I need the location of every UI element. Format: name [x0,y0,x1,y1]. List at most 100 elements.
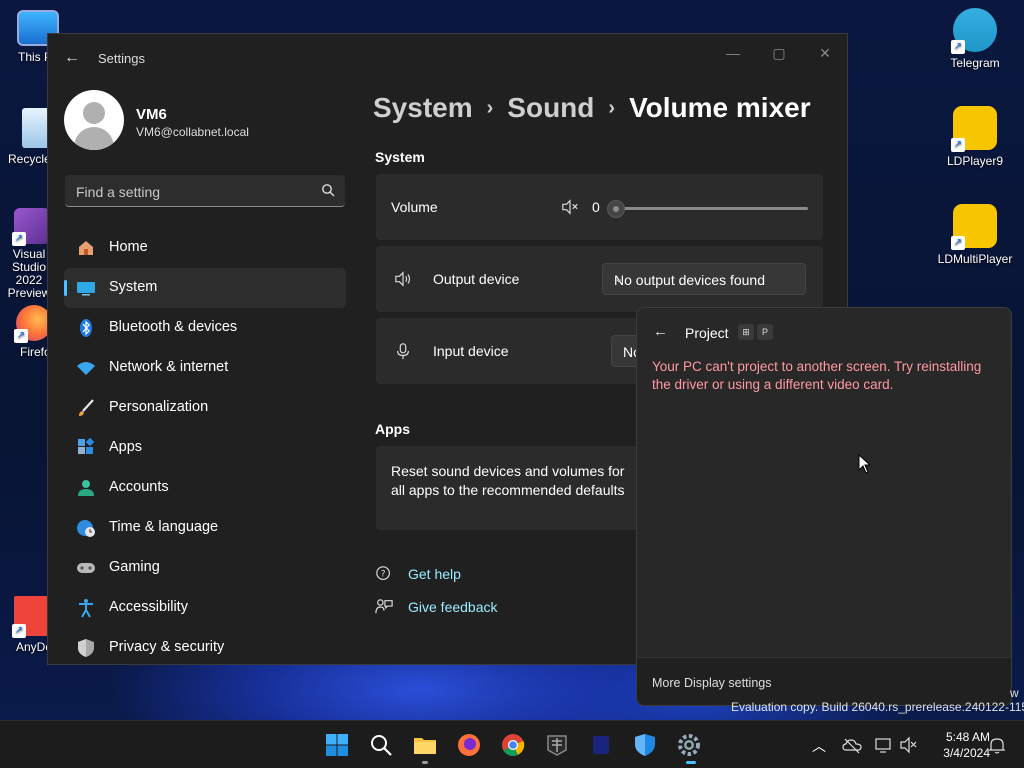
sidebar-item-accessibility[interactable]: Accessibility [64,588,346,628]
sidebar-item-label: Accounts [109,479,169,495]
app-grid-icon[interactable] [545,733,569,757]
input-device-label: Input device [433,343,509,359]
shortcut-arrow-icon: ↗ [12,232,26,246]
desktop-icon-label: Telegram [950,56,1000,70]
user-name: VM6 [136,106,167,123]
sidebar-item-label: Time & language [109,519,219,535]
mouse-cursor-icon [858,454,870,474]
sidebar-item-system[interactable]: System [64,268,346,308]
sidebar-item-label: Bluetooth & devices [109,319,238,335]
clock-date: 3/4/2024 [943,746,990,760]
breadcrumb: System › Sound › Volume mixer [373,92,811,124]
search-icon [322,184,335,197]
shortcut-arrow-icon: ↗ [951,138,965,152]
sidebar-item-label: System [109,279,158,295]
brush-icon [79,399,94,416]
clock-time: 5:48 AM [945,730,990,744]
search-input[interactable]: Find a setting [65,175,345,207]
accessibility-icon [79,599,93,618]
network-icon[interactable] [874,735,894,755]
firefox-icon[interactable] [457,733,481,757]
windows-key-icon: ⊞ [738,324,754,340]
project-error-message: Your PC can't project to another screen.… [652,359,982,392]
volume-slider-track[interactable] [616,207,808,210]
chevron-right-icon: › [486,97,494,119]
windows-start-icon[interactable] [325,733,349,757]
p-key: P [757,324,773,340]
breadcrumb-system[interactable]: System [373,92,473,123]
sidebar-item-time-language[interactable]: Time & language [64,508,346,548]
desktop-icon-label: LDMultiPlayer [937,252,1013,266]
taskbar: ︿ 5:48 AM 3/4/2024 [0,720,1024,768]
chrome-icon[interactable] [501,733,525,757]
notification-bell-icon[interactable] [987,735,1007,755]
sidebar-item-home[interactable]: Home [64,228,346,268]
section-title-system: System [375,149,425,165]
volume-slider-thumb[interactable] [607,200,625,218]
defender-shield-icon[interactable] [633,733,657,757]
avatar-head [83,102,105,124]
get-help-link[interactable]: Get help [408,566,461,582]
chevron-up-icon[interactable]: ︿ [812,736,832,756]
output-device-card: Output device No output devices found ⌄ [376,246,823,312]
search-placeholder: Find a setting [76,184,161,200]
onedrive-offline-icon[interactable] [842,735,862,755]
sidebar-item-accounts[interactable]: Accounts [64,468,346,508]
telegram-icon: ↗ [951,8,997,54]
sidebar-item-label: Gaming [109,559,160,575]
window-title: Settings [98,51,145,66]
shortcut-arrow-icon: ↗ [14,329,28,343]
sidebar-item-personalization[interactable]: Personalization [64,388,346,428]
shield-icon [78,639,94,657]
clock[interactable]: 5:48 AM 3/4/2024 [943,729,990,761]
evaluation-watermark: Evaluation copy. Build 26040.rs_prerelea… [731,700,1024,714]
settings-gear-icon[interactable] [677,733,701,757]
sidebar-item-label: Network & internet [109,359,229,375]
volume-muted-icon[interactable] [899,735,919,755]
wifi-icon [77,362,95,375]
microphone-icon [397,343,409,360]
svg-text:?: ? [381,570,386,580]
back-arrow-icon[interactable]: ← [64,49,80,67]
apps-icon [78,438,95,454]
breadcrumb-sound[interactable]: Sound [507,92,594,123]
sidebar-item-apps[interactable]: Apps [64,428,346,468]
speaker-icon [395,271,411,287]
sidebar-item-gaming[interactable]: Gaming [64,548,346,588]
sidebar-item-label: Personalization [109,399,209,415]
avatar [64,90,124,150]
desktop-icon-ldmultiplayer[interactable]: ↗ LDMultiPlayer [931,204,1019,266]
maximize-icon[interactable]: ▢ [764,42,794,64]
running-indicator [686,761,696,764]
desktop-icon-telegram[interactable]: ↗ Telegram [937,8,1013,70]
bluetooth-icon [80,319,92,337]
running-indicator [422,761,428,764]
ldplayer9-icon: ↗ [951,106,997,152]
give-feedback-link[interactable]: Give feedback [408,599,498,615]
output-device-dropdown[interactable]: No output devices found ⌄ [602,263,806,295]
desktop-icon-ldplayer9[interactable]: ↗ LDPlayer9 [937,106,1013,168]
title-bar[interactable]: ← Settings — ▢ ✕ [48,34,847,82]
back-arrow-icon[interactable]: ← [653,323,668,340]
sidebar-item-network[interactable]: Network & internet [64,348,346,388]
gamepad-icon [77,563,95,573]
shortcut-arrow-icon: ↗ [951,236,965,250]
section-title-apps: Apps [375,421,410,437]
feedback-icon [375,599,393,614]
minimize-icon[interactable]: — [718,42,748,64]
dark-app-icon[interactable] [589,733,613,757]
speaker-muted-icon[interactable] [560,198,580,216]
output-device-label: Output device [433,271,520,287]
close-icon[interactable]: ✕ [810,42,840,64]
shortcut-arrow-icon: ↗ [12,624,26,638]
shortcut-arrow-icon: ↗ [951,40,965,54]
more-display-settings-link[interactable]: More Display settings [652,676,772,690]
sidebar-item-privacy[interactable]: Privacy & security [64,628,346,664]
home-icon [79,241,93,255]
chevron-down-icon: ⌄ [614,273,624,285]
sidebar-item-bluetooth[interactable]: Bluetooth & devices [64,308,346,348]
anydesk-icon: ↗ [12,596,50,638]
file-explorer-icon[interactable] [413,733,437,757]
reset-apps-text: Reset sound devices and volumes for all … [391,463,625,498]
search-icon[interactable] [369,733,393,757]
